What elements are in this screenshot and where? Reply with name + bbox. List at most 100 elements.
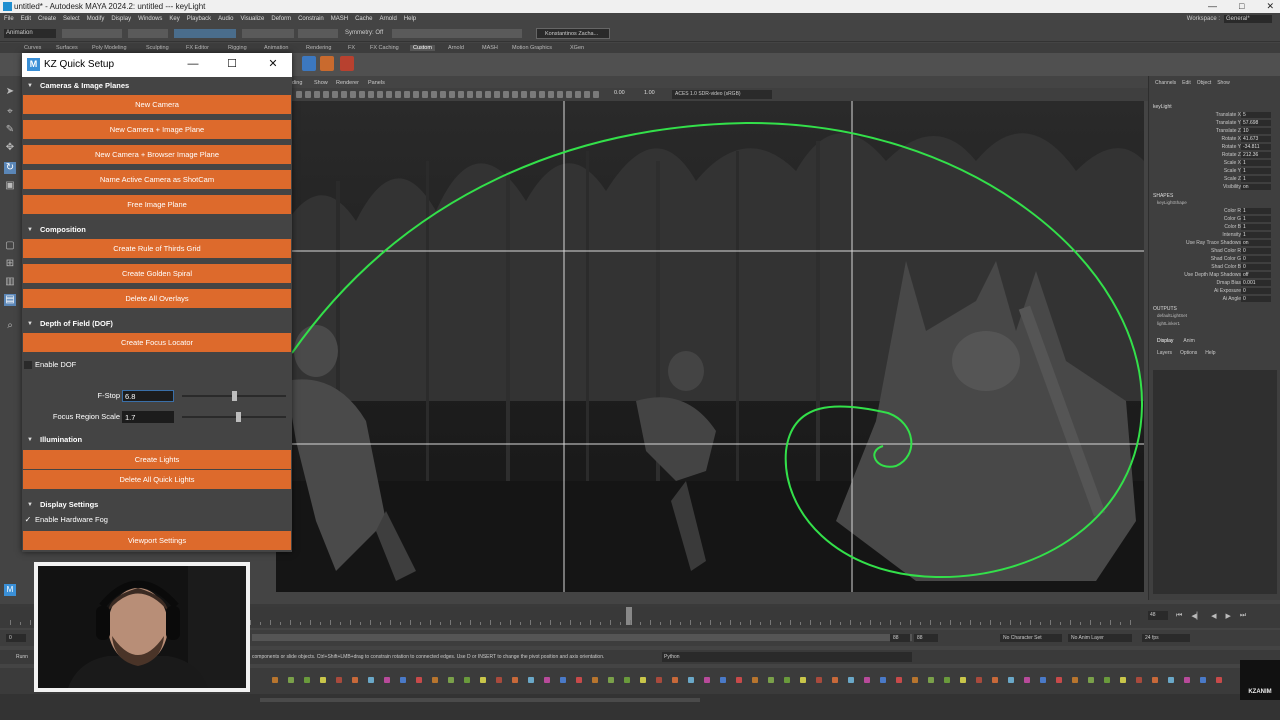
menu-playback[interactable]: Playback (187, 13, 211, 25)
shelf-tab-curves[interactable]: Curves (24, 45, 41, 51)
menu-deform[interactable]: Deform (271, 13, 291, 25)
bottom-shelf-tool-icon[interactable] (832, 677, 838, 683)
bottom-shelf-tool-icon[interactable] (560, 677, 566, 683)
channel-value[interactable]: 0 (1241, 296, 1271, 302)
viewport-tool-icon[interactable] (485, 91, 491, 98)
shelf-tool-icon[interactable] (302, 56, 316, 71)
lasso-tool-icon[interactable]: ⌖ (4, 106, 16, 118)
bottom-shelf-tool-icon[interactable] (992, 677, 998, 683)
cb-menu-show[interactable]: Show (1217, 80, 1230, 87)
channel-row[interactable]: Visibility on (1149, 184, 1273, 191)
viewport-tool-icon[interactable] (449, 91, 455, 98)
viewport-tool-icon[interactable] (557, 91, 563, 98)
section-dof-header[interactable]: ▼ Depth of Field (DOF) (22, 318, 292, 330)
bottom-shelf-tool-icon[interactable] (464, 677, 470, 683)
viewport-tool-icon[interactable] (503, 91, 509, 98)
viewport-tool-icon[interactable] (521, 91, 527, 98)
range-slider[interactable] (252, 634, 912, 641)
bottom-shelf-tool-icon[interactable] (704, 677, 710, 683)
channel-row[interactable]: Translate Y 57.698 (1149, 120, 1273, 127)
symmetry-status[interactable]: Symmetry: Off (345, 29, 383, 38)
maya-minimize-button[interactable]: — (1208, 0, 1217, 13)
shelf-tab-motion-graphics[interactable]: Motion Graphics (512, 45, 552, 51)
range-start-field[interactable]: 0 (6, 634, 26, 642)
kz-minimize-button[interactable]: — (186, 57, 200, 71)
menu-mash[interactable]: MASH (331, 13, 348, 25)
layer-menu-layers[interactable]: Layers (1157, 350, 1172, 356)
bottom-shelf-tool-icon[interactable] (288, 677, 294, 683)
channel-row[interactable]: Ai Exposure 0 (1149, 288, 1273, 295)
new-camera-browser-plane-button[interactable]: New Camera + Browser Image Plane (23, 145, 291, 164)
channel-value[interactable]: 1 (1241, 168, 1271, 174)
viewport-tool-icon[interactable] (539, 91, 545, 98)
menu-key[interactable]: Key (169, 13, 179, 25)
channel-value[interactable]: 212.36 (1241, 152, 1271, 158)
bottom-shelf-tool-icon[interactable] (768, 677, 774, 683)
viewport-tool-icon[interactable] (296, 91, 302, 98)
bottom-shelf-tool-icon[interactable] (592, 677, 598, 683)
kz-maximize-button[interactable]: ☐ (225, 57, 239, 71)
viewport-tool-icon[interactable] (575, 91, 581, 98)
maya-close-button[interactable]: ✕ (1266, 0, 1274, 13)
viewport-tool-icon[interactable] (305, 91, 311, 98)
create-lights-button[interactable]: Create Lights (23, 450, 291, 469)
channel-row[interactable]: Shad Color G0 (1149, 256, 1273, 263)
menu-edit[interactable]: Edit (21, 13, 31, 25)
viewport-tool-icon[interactable] (323, 91, 329, 98)
channel-row[interactable]: Ai Angle 0 (1149, 296, 1273, 303)
menu-arnold[interactable]: Arnold (379, 13, 396, 25)
channel-row[interactable]: Dmap Bias 0.001 (1149, 280, 1273, 287)
render-tools-icon[interactable] (298, 29, 338, 38)
delete-overlays-button[interactable]: Delete All Overlays (23, 289, 291, 308)
viewport-tool-icon[interactable] (440, 91, 446, 98)
kz-title-bar[interactable]: M KZ Quick Setup — ☐ ✕ (22, 53, 292, 77)
bottom-shelf-tool-icon[interactable] (576, 677, 582, 683)
bottom-shelf-tool-icon[interactable] (1104, 677, 1110, 683)
viewport-tool-icon[interactable] (593, 91, 599, 98)
channel-row[interactable]: Color G1 (1149, 216, 1273, 223)
viewport-settings-button[interactable]: Viewport Settings (23, 531, 291, 550)
fstop-input[interactable] (122, 390, 174, 402)
viewport-tool-icon[interactable] (584, 91, 590, 98)
layout-two-icon[interactable]: ▥ (4, 276, 16, 288)
move-tool-icon[interactable]: ✥ (4, 142, 16, 154)
channel-value[interactable]: 1 (1241, 176, 1271, 182)
bottom-shelf-tool-icon[interactable] (752, 677, 758, 683)
menu-set-select[interactable]: Animation (4, 29, 56, 38)
viewport-tool-icon[interactable] (530, 91, 536, 98)
free-image-plane-button[interactable]: Free Image Plane (23, 195, 291, 214)
bottom-shelf-tool-icon[interactable] (272, 677, 278, 683)
bottom-shelf-tool-icon[interactable] (976, 677, 982, 683)
channel-value[interactable]: 1 (1241, 208, 1271, 214)
bottom-shelf-tool-icon[interactable] (368, 677, 374, 683)
panel-menu-shading[interactable]: ding (292, 80, 302, 86)
bottom-shelf-tool-icon[interactable] (1056, 677, 1062, 683)
bottom-shelf-tool-icon[interactable] (512, 677, 518, 683)
shelf-tab-fx[interactable]: FX (348, 45, 355, 51)
bottom-shelf-tool-icon[interactable] (928, 677, 934, 683)
bottom-shelf-tool-icon[interactable] (496, 677, 502, 683)
channel-row[interactable]: Color R1 (1149, 208, 1273, 215)
rotate-tool-icon[interactable]: ↻ (4, 162, 16, 174)
bottom-shelf-tool-icon[interactable] (944, 677, 950, 683)
range-end-field[interactable]: 88 (890, 634, 910, 642)
cb-menu-channels[interactable]: Channels (1155, 80, 1176, 87)
shelf-tab-fx-editor[interactable]: FX Editor (186, 45, 209, 51)
channel-row[interactable]: Scale X1 (1149, 160, 1273, 167)
menu-modify[interactable]: Modify (87, 13, 105, 25)
focus-region-input[interactable] (122, 411, 174, 423)
fps-select[interactable]: 24 fps (1142, 634, 1190, 642)
viewport-tool-icon[interactable] (566, 91, 572, 98)
channel-row[interactable]: Rotate X 41.673 (1149, 136, 1273, 143)
focus-locator-button[interactable]: Create Focus Locator (23, 333, 291, 352)
bottom-shelf-tool-icon[interactable] (848, 677, 854, 683)
golden-spiral-button[interactable]: Create Golden Spiral (23, 264, 291, 283)
bottom-shelf-tool-icon[interactable] (608, 677, 614, 683)
bottom-shelf-tool-icon[interactable] (864, 677, 870, 683)
viewport-tool-icon[interactable] (404, 91, 410, 98)
input-line-icon[interactable] (392, 29, 522, 38)
channel-value[interactable]: 1 (1241, 216, 1271, 222)
enable-dof-checkbox[interactable]: Enable DOF (22, 359, 292, 371)
colorspace-select[interactable]: ACES 1.0 SDR-video (sRGB) (672, 90, 772, 99)
shelf-tool-icon[interactable] (340, 56, 354, 71)
